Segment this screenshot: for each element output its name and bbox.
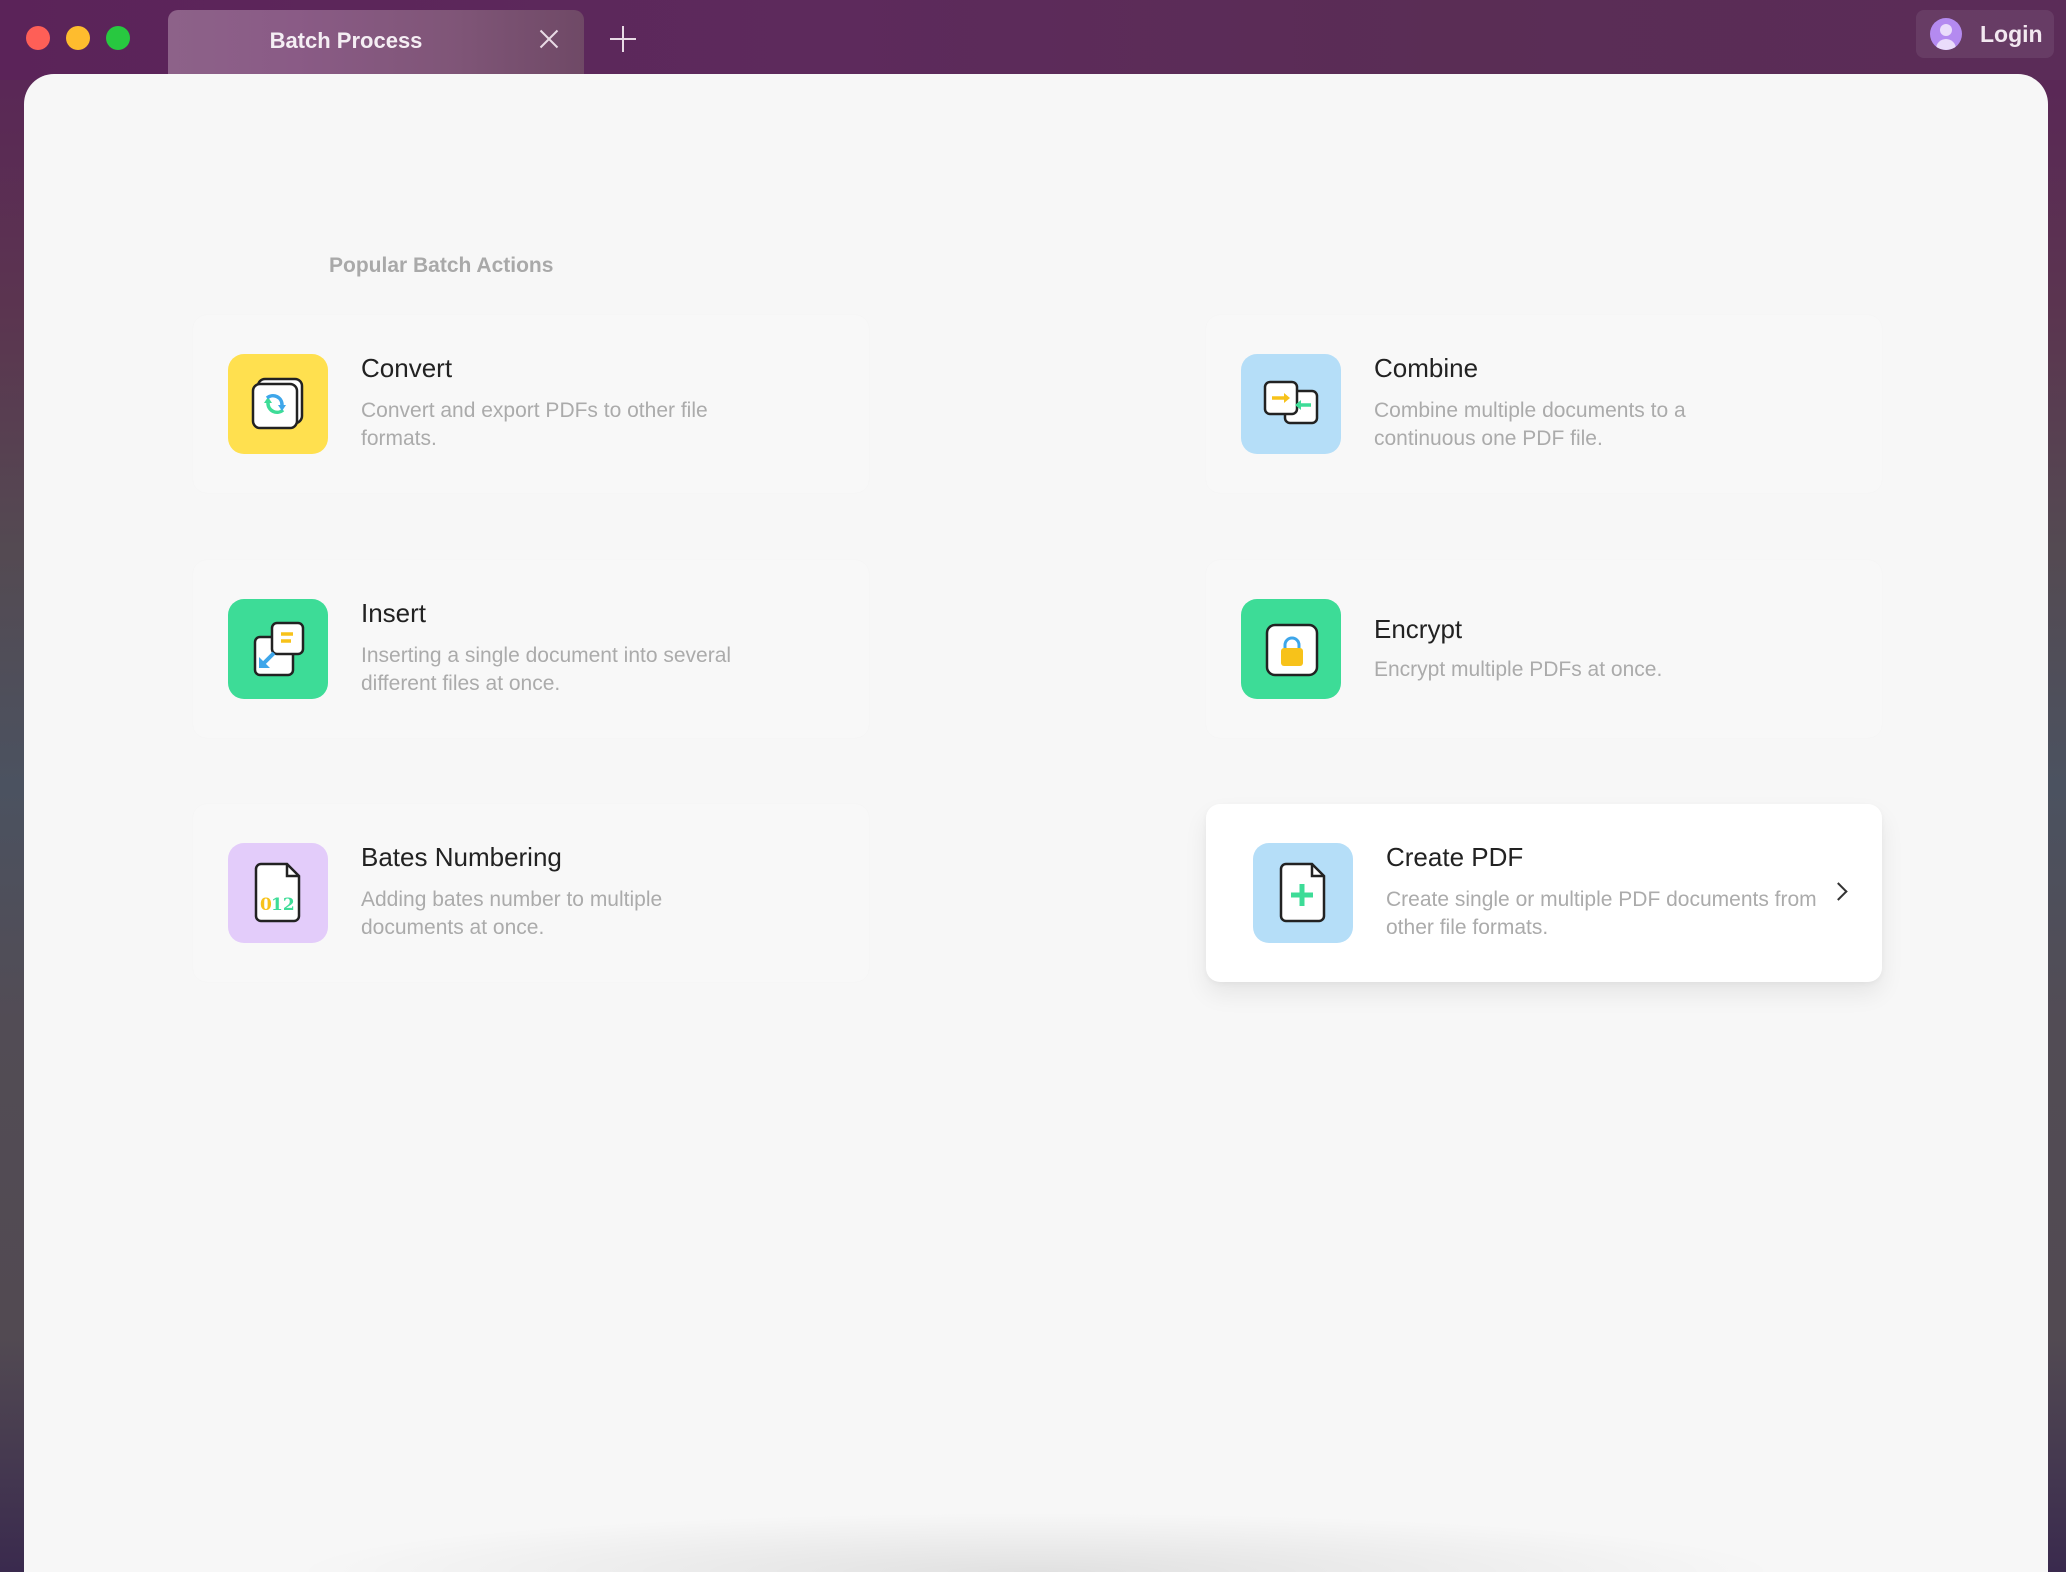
action-title: Combine	[1374, 353, 1479, 383]
tab-title: Batch Process	[269, 28, 423, 53]
action-description: Convert and export PDFs to other file fo…	[361, 399, 708, 450]
user-avatar-icon	[1930, 18, 1962, 50]
close-tab-icon[interactable]	[536, 26, 562, 52]
bates-digits: 12	[271, 895, 295, 915]
action-description: Create single or multiple PDF documents …	[1386, 888, 1817, 939]
combine-tile	[1241, 354, 1341, 454]
action-title: Encrypt	[1374, 614, 1463, 644]
convert-tile	[228, 354, 328, 454]
action-description: Inserting a single document into several…	[361, 644, 732, 695]
convert-icon	[251, 377, 304, 430]
bates-numbering-tile: 0 12	[228, 843, 328, 943]
close-window-button[interactable]	[26, 26, 50, 50]
action-title: Insert	[361, 598, 427, 628]
section-title: Popular Batch Actions	[329, 254, 554, 277]
create-pdf-tile	[1253, 843, 1353, 943]
bottom-shadow	[284, 1512, 1788, 1572]
login-label: Login	[1980, 20, 2043, 47]
tab-batch-process[interactable]: Batch Process	[168, 10, 584, 76]
insert-tile	[228, 599, 328, 699]
encrypt-tile	[1241, 599, 1341, 699]
insert-icon	[253, 621, 305, 677]
action-card-create-pdf[interactable]: Create PDF Create single or multiple PDF…	[1206, 804, 1882, 982]
minimize-window-button[interactable]	[66, 26, 90, 50]
maximize-window-button[interactable]	[106, 26, 130, 50]
login-button[interactable]: Login	[1916, 10, 2054, 58]
combine-icon	[1263, 380, 1319, 425]
action-card-encrypt[interactable]: Encrypt Encrypt multiple PDFs at once.	[1206, 560, 1882, 738]
action-description: Adding bates number to multiple document…	[361, 888, 663, 939]
action-card-insert[interactable]: Insert Inserting a single document into …	[193, 560, 869, 738]
new-tab-plus-icon[interactable]	[610, 26, 636, 52]
action-card-convert[interactable]: Convert Convert and export PDFs to other…	[193, 315, 869, 493]
lock-icon	[1265, 623, 1319, 677]
action-card-combine[interactable]: Combine Combine multiple documents to a …	[1206, 315, 1882, 493]
action-title: Bates Numbering	[361, 842, 562, 872]
main-window: Popular Batch Actions Convert Convert an…	[24, 74, 2048, 1572]
bates-numbering-icon: 0 12	[254, 862, 301, 923]
action-description: Encrypt multiple PDFs at once.	[1374, 658, 1663, 681]
action-description: Combine multiple documents to a continuo…	[1374, 399, 1686, 450]
chevron-right-icon[interactable]	[1830, 881, 1852, 903]
action-title: Create PDF	[1386, 842, 1524, 872]
create-pdf-icon	[1279, 862, 1326, 923]
action-title: Convert	[361, 353, 453, 383]
action-card-bates-numbering[interactable]: 0 12 Bates Numbering Adding bates number…	[193, 804, 869, 982]
